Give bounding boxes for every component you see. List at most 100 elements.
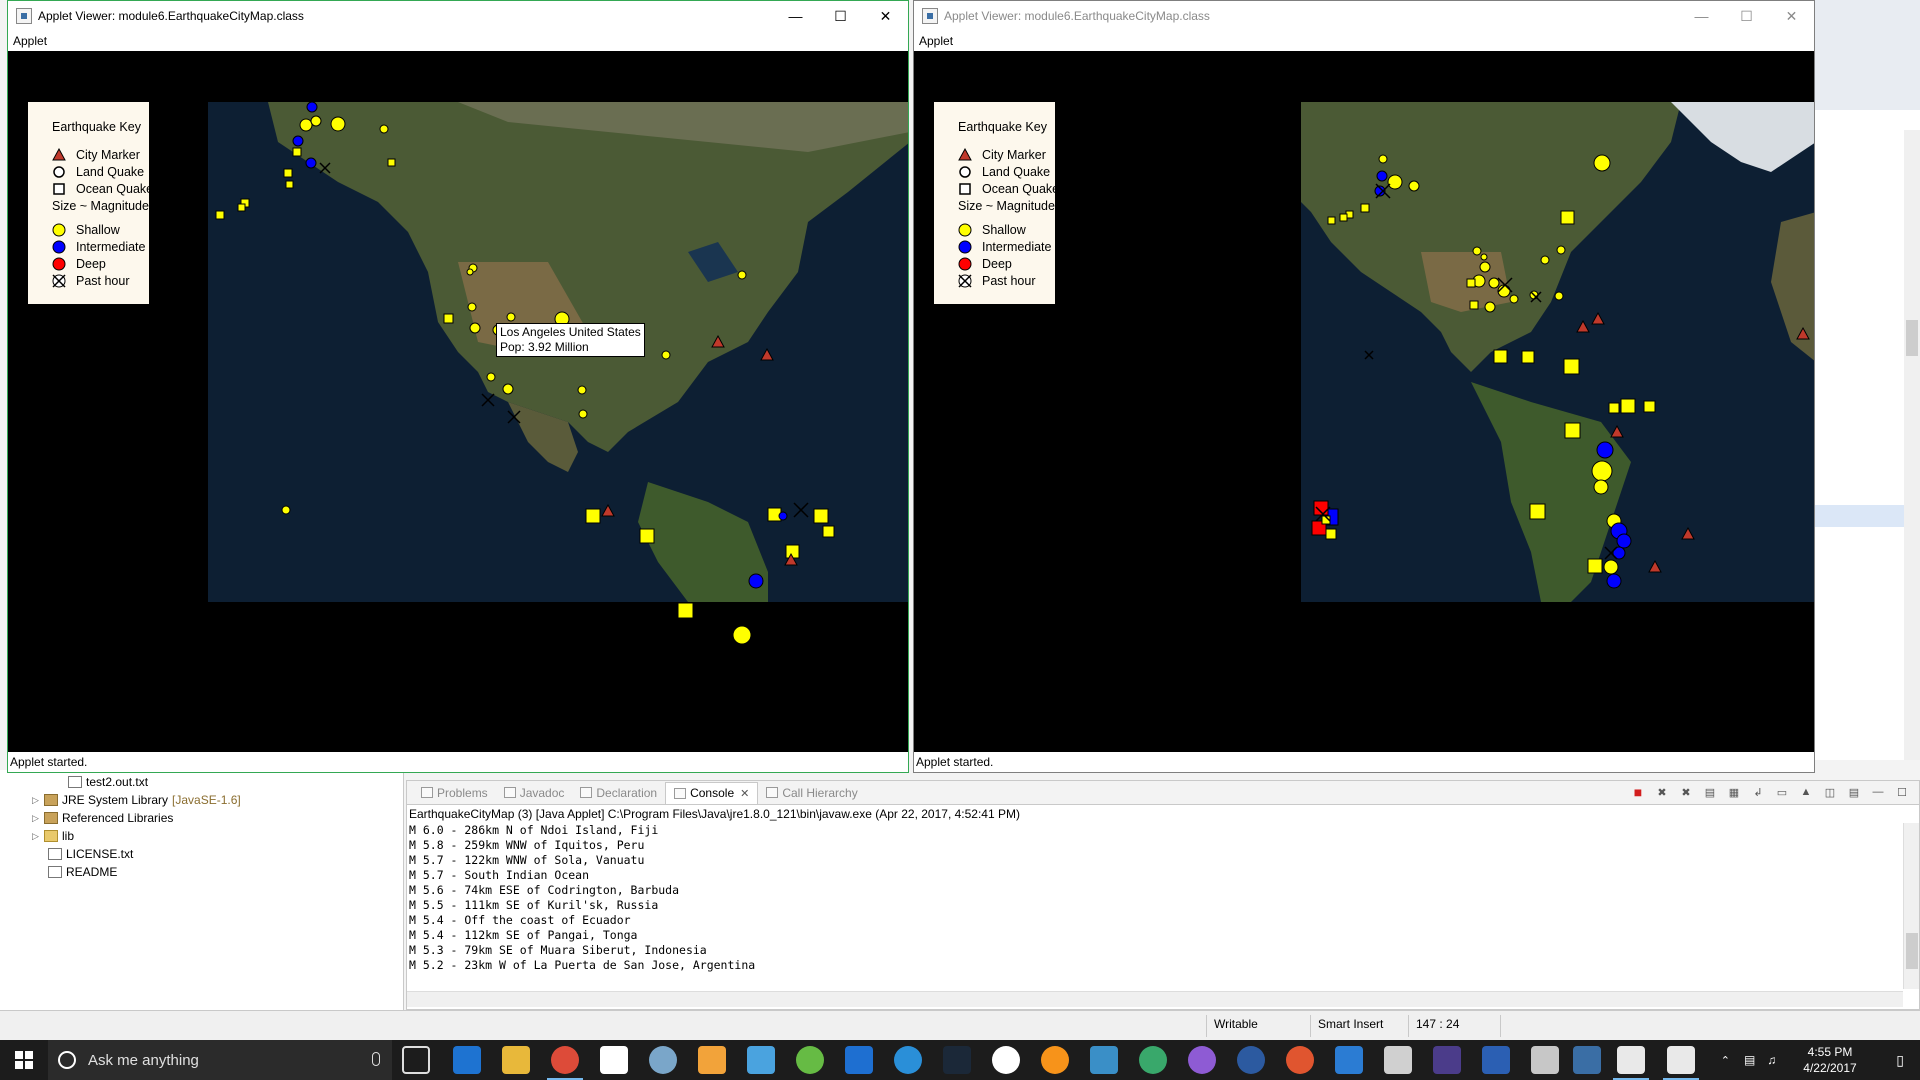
- outline-scroll-thumb[interactable]: [1906, 320, 1918, 356]
- maximize-button[interactable]: ☐: [1724, 1, 1769, 31]
- bitcoin-icon[interactable]: [1041, 1046, 1069, 1074]
- remove-all-icon[interactable]: ✖: [1677, 784, 1695, 800]
- search-placeholder: Ask me anything: [88, 1051, 199, 1069]
- app-icon[interactable]: [649, 1046, 677, 1074]
- app-icon[interactable]: [894, 1046, 922, 1074]
- start-button[interactable]: [0, 1040, 48, 1080]
- utorrent-icon[interactable]: [796, 1046, 824, 1074]
- tab-javadoc[interactable]: Javadoc: [496, 782, 573, 804]
- tree-item-lib[interactable]: ▷ lib: [32, 827, 74, 845]
- tree-item-license[interactable]: LICENSE.txt: [48, 845, 133, 863]
- show-on-output-icon[interactable]: ▭: [1773, 784, 1791, 800]
- microphone-icon[interactable]: [372, 1052, 380, 1066]
- close-button[interactable]: ✕: [1769, 1, 1814, 31]
- tree-item-jre-library[interactable]: ▷ JRE System Library [JavaSE-1.6]: [32, 791, 241, 809]
- calculator-icon[interactable]: [600, 1046, 628, 1074]
- map-canvas[interactable]: Earthquake Key City Marker Land Quake Oc…: [8, 51, 908, 751]
- outline-scrollbar[interactable]: [1904, 130, 1920, 760]
- volume-icon[interactable]: ♫: [1767, 1053, 1776, 1067]
- app-icon[interactable]: [1188, 1046, 1216, 1074]
- outline-selected-row[interactable]: [1815, 505, 1909, 527]
- pin-console-icon[interactable]: ▲: [1797, 784, 1815, 800]
- cortana-search-box[interactable]: Ask me anything: [48, 1040, 392, 1080]
- remove-launch-icon[interactable]: ✖: [1653, 784, 1671, 800]
- quake-marker: [466, 268, 474, 276]
- tree-item-referenced-libraries[interactable]: ▷ Referenced Libraries: [32, 809, 173, 827]
- file-explorer-icon[interactable]: [502, 1046, 530, 1074]
- edge-browser-icon[interactable]: [453, 1046, 481, 1074]
- console-process-label: EarthquakeCityMap (3) [Java Applet] C:\P…: [409, 807, 1020, 821]
- tree-item-test2-out[interactable]: test2.out.txt: [68, 773, 148, 791]
- console-line: M 5.4 - Off the coast of Ecuador: [409, 913, 631, 927]
- console-output[interactable]: M 6.0 - 286km N of Ndoi Island, Fiji M 5.…: [409, 823, 755, 973]
- taskbar-clock[interactable]: 4:55 PM 4/22/2017: [1790, 1044, 1870, 1076]
- console-horizontal-scrollbar[interactable]: [407, 991, 1903, 1007]
- expand-arrow-icon[interactable]: ▷: [32, 813, 44, 824]
- tab-call-hierarchy[interactable]: Call Hierarchy: [758, 782, 865, 804]
- terminate-icon[interactable]: ■: [1629, 784, 1647, 800]
- console-line: M 5.2 - 23km W of La Puerta de San Jose,…: [409, 958, 756, 972]
- word-icon[interactable]: [1482, 1046, 1510, 1074]
- quake-marker: [748, 573, 764, 589]
- close-button[interactable]: ✕: [863, 1, 908, 31]
- tree-item-readme[interactable]: README: [48, 863, 117, 881]
- status-separator: [1408, 1015, 1409, 1037]
- quake-marker: [306, 101, 318, 113]
- close-icon[interactable]: ✕: [740, 787, 749, 800]
- ide-perspective-toolbar: [1810, 0, 1920, 110]
- network-icon[interactable]: ▤: [1744, 1053, 1755, 1067]
- maximize-button[interactable]: ☐: [818, 1, 863, 31]
- app-icon[interactable]: [1286, 1046, 1314, 1074]
- eclipse-icon[interactable]: [1433, 1046, 1461, 1074]
- console-vertical-scrollbar[interactable]: [1903, 823, 1919, 989]
- minimize-button[interactable]: —: [773, 1, 818, 31]
- map-canvas[interactable]: Earthquake Key City Marker Land Quake Oc…: [914, 51, 1814, 751]
- task-view-icon[interactable]: [402, 1046, 430, 1074]
- java-applet-taskbar-icon[interactable]: [1613, 1046, 1649, 1080]
- quake-marker: [292, 135, 304, 147]
- tab-console[interactable]: Console ✕: [665, 781, 759, 804]
- scroll-lock-icon[interactable]: ▦: [1725, 784, 1743, 800]
- expand-arrow-icon[interactable]: ▷: [32, 795, 44, 806]
- app-icon[interactable]: [1139, 1046, 1167, 1074]
- tab-problems[interactable]: Problems: [413, 782, 496, 804]
- applet-window-1[interactable]: Applet Viewer: module6.EarthquakeCityMap…: [7, 0, 909, 773]
- expand-arrow-icon[interactable]: ▷: [32, 831, 44, 842]
- app-icon[interactable]: [1384, 1046, 1412, 1074]
- tree-item-label: JRE System Library: [62, 793, 169, 807]
- clear-console-icon[interactable]: ▤: [1701, 784, 1719, 800]
- tab-declaration[interactable]: Declaration: [572, 782, 665, 804]
- menu-applet[interactable]: Applet: [13, 34, 47, 48]
- virtualbox-icon[interactable]: [747, 1046, 775, 1074]
- chrome-icon[interactable]: [547, 1046, 583, 1080]
- console-scroll-thumb[interactable]: [1906, 933, 1918, 969]
- java-applet-taskbar-icon[interactable]: [1663, 1046, 1699, 1080]
- window-titlebar[interactable]: Applet Viewer: module6.EarthquakeCityMap…: [914, 1, 1814, 31]
- applet-window-2[interactable]: Applet Viewer: module6.EarthquakeCityMap…: [913, 0, 1815, 773]
- steam-icon[interactable]: [943, 1046, 971, 1074]
- menu-applet[interactable]: Applet: [919, 34, 953, 48]
- app-icon[interactable]: [1237, 1046, 1265, 1074]
- word-wrap-icon[interactable]: ↲: [1749, 784, 1767, 800]
- media-player-icon[interactable]: [698, 1046, 726, 1074]
- window-titlebar[interactable]: Applet Viewer: module6.EarthquakeCityMap…: [8, 1, 908, 31]
- notification-icon[interactable]: ▯: [1896, 1052, 1904, 1069]
- visual-studio-icon[interactable]: [1335, 1046, 1363, 1074]
- maximize-view-icon[interactable]: ☐: [1893, 784, 1911, 800]
- minimize-button[interactable]: —: [1679, 1, 1724, 31]
- display-console-icon[interactable]: ◫: [1821, 784, 1839, 800]
- quake-marker: [1643, 400, 1656, 413]
- app-icon[interactable]: [1531, 1046, 1559, 1074]
- quake-marker: [1339, 213, 1348, 222]
- app-icon[interactable]: [1090, 1046, 1118, 1074]
- quake-marker: [292, 147, 302, 157]
- app-icon[interactable]: [845, 1046, 873, 1074]
- minimize-view-icon[interactable]: —: [1869, 784, 1887, 800]
- app-icon[interactable]: [992, 1046, 1020, 1074]
- console-toolbar: ■ ✖ ✖ ▤ ▦ ↲ ▭ ▲ ◫ ▤ — ☐: [1629, 784, 1911, 800]
- file-icon: [48, 848, 62, 860]
- open-console-icon[interactable]: ▤: [1845, 784, 1863, 800]
- tray-overflow-icon[interactable]: ⌃: [1721, 1054, 1730, 1067]
- app-icon[interactable]: [1573, 1046, 1601, 1074]
- quake-marker: [1593, 479, 1609, 495]
